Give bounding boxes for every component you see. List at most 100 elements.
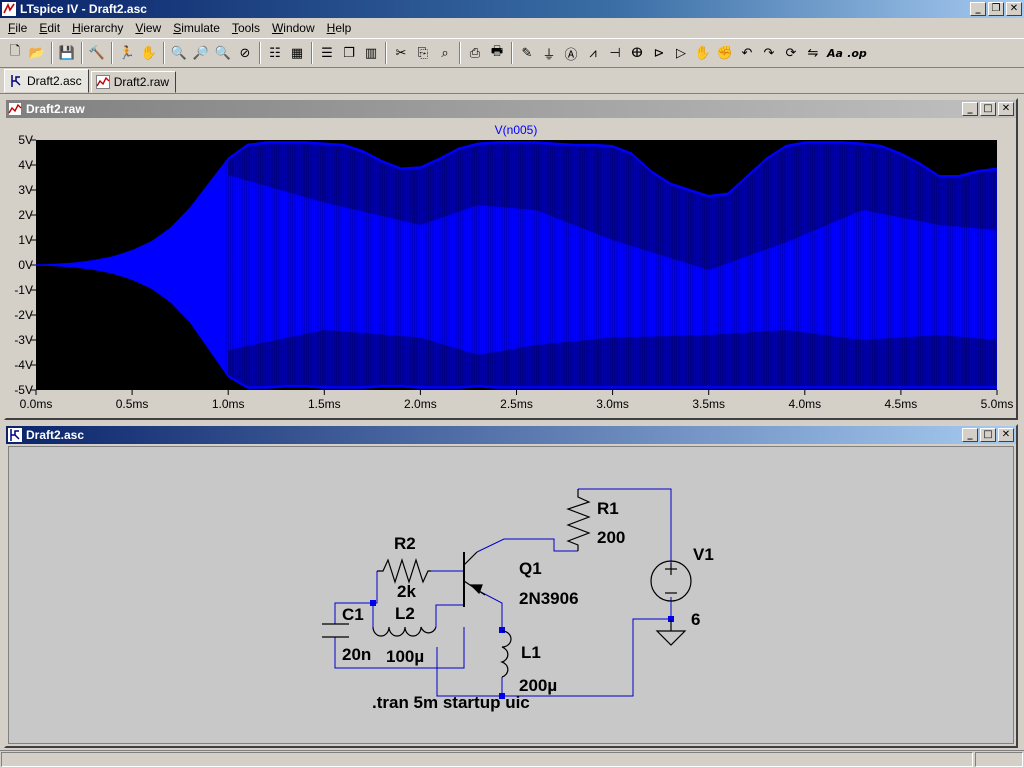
l1-ref[interactable]: L1 xyxy=(521,643,541,662)
r2-value[interactable]: 2k xyxy=(397,582,416,601)
new-schematic-icon[interactable]: 🗋 xyxy=(4,42,26,64)
autorange-icon[interactable]: ☷ xyxy=(264,42,286,64)
x-tick-label[interactable]: 1.5ms xyxy=(308,397,341,411)
plot-minimize-button[interactable]: _ xyxy=(962,102,978,116)
waveform-plot[interactable]: 0.0ms 0.5ms 1.0ms 1.5ms 2.0ms 2.5ms 3.0ms 3.5ms… xyxy=(6,118,1016,418)
y-tick-label[interactable]: -2V xyxy=(14,308,33,322)
mirror-icon[interactable]: ⇋ xyxy=(802,42,824,64)
transistor-q1[interactable] xyxy=(463,551,486,607)
y-tick-label[interactable]: -5V xyxy=(14,383,33,397)
y-tick-label[interactable]: 3V xyxy=(18,183,33,197)
tab-draft2-raw[interactable]: Draft2.raw xyxy=(90,71,177,93)
control-panel-icon[interactable]: 🔨 xyxy=(86,42,108,64)
schematic-minimize-button[interactable]: _ xyxy=(962,428,978,442)
x-tick-label[interactable]: 3.0ms xyxy=(596,397,629,411)
v1-ref[interactable]: V1 xyxy=(693,545,714,564)
y-tick-label[interactable]: 5V xyxy=(18,133,33,147)
menu-tools[interactable]: Tools xyxy=(226,21,266,35)
zoom-cancel-icon[interactable]: ⊘ xyxy=(234,42,256,64)
x-tick-label[interactable]: 4.0ms xyxy=(788,397,821,411)
x-tick-label[interactable]: 2.5ms xyxy=(500,397,533,411)
resistor-r1[interactable] xyxy=(566,489,591,551)
tile-horizontal-icon[interactable]: ☰ xyxy=(316,42,338,64)
y-tick-label[interactable]: 2V xyxy=(18,208,33,222)
spice-directive-icon[interactable]: .op xyxy=(846,42,868,64)
y-tick-label[interactable]: 1V xyxy=(18,233,33,247)
x-tick-label[interactable]: 4.5ms xyxy=(885,397,918,411)
menu-hierarchy[interactable]: Hierarchy xyxy=(66,21,129,35)
print-icon[interactable]: 🖶 xyxy=(486,42,508,64)
r2-ref[interactable]: R2 xyxy=(394,534,416,553)
schematic-close-button[interactable]: ✕ xyxy=(998,428,1014,442)
schematic-svg[interactable]: R1 200 R2 2k C1 20n L2 100µ L1 200µ Q1 2… xyxy=(9,447,1015,745)
l2-value[interactable]: 100µ xyxy=(386,647,424,666)
open-icon[interactable]: 📂 xyxy=(26,42,48,64)
plot-window-titlebar[interactable]: Draft2.raw _ □ ✕ xyxy=(6,100,1016,118)
y-tick-label[interactable]: -1V xyxy=(14,283,33,297)
schematic-canvas[interactable]: R1 200 R2 2k C1 20n L2 100µ L1 200µ Q1 2… xyxy=(8,446,1014,744)
schematic-window-titlebar[interactable]: Draft2.asc _ □ ✕ xyxy=(6,426,1016,444)
close-button[interactable]: ✕ xyxy=(1006,2,1022,16)
zoom-in-icon[interactable]: 🔍 xyxy=(168,42,190,64)
schematic-maximize-button[interactable]: □ xyxy=(980,428,996,442)
y-tick-label[interactable]: 4V xyxy=(18,158,33,172)
q1-value[interactable]: 2N3906 xyxy=(519,589,579,608)
y-tick-label[interactable]: 0V xyxy=(18,258,33,272)
menu-simulate[interactable]: Simulate xyxy=(167,21,226,35)
spice-directive[interactable]: .tran 5m startup uic xyxy=(372,693,530,712)
plot-maximize-button[interactable]: □ xyxy=(980,102,996,116)
text-icon[interactable]: Aa xyxy=(824,42,846,64)
restore-button[interactable]: ❐ xyxy=(988,2,1004,16)
run-icon[interactable]: 🏃 xyxy=(116,42,138,64)
save-icon[interactable]: 💾 xyxy=(56,42,78,64)
x-tick-label[interactable]: 1.0ms xyxy=(212,397,245,411)
v1-value[interactable]: 6 xyxy=(691,610,700,629)
menu-help[interactable]: Help xyxy=(321,21,358,35)
r1-ref[interactable]: R1 xyxy=(597,499,619,518)
c1-ref[interactable]: C1 xyxy=(342,605,364,624)
plot-close-button[interactable]: ✕ xyxy=(998,102,1014,116)
l2-ref[interactable]: L2 xyxy=(395,604,415,623)
cut-icon[interactable]: ✂ xyxy=(390,42,412,64)
resistor-icon[interactable]: ⩘ xyxy=(582,42,604,64)
q1-ref[interactable]: Q1 xyxy=(519,559,542,578)
cascade-icon[interactable]: ❐ xyxy=(338,42,360,64)
tab-draft2-asc[interactable]: Draft2.asc xyxy=(4,69,89,93)
r1-value[interactable]: 200 xyxy=(597,528,625,547)
trace-label-vn005[interactable]: V(n005) xyxy=(495,123,538,137)
voltage-source-v1[interactable] xyxy=(650,560,692,602)
copy-icon[interactable]: ⎘ xyxy=(412,42,434,64)
schematic-window[interactable]: Draft2.asc _ □ ✕ R1 200 R2 2k C1 20n L2 … xyxy=(4,424,1018,748)
grid-icon[interactable]: ▦ xyxy=(286,42,308,64)
inductor-l2[interactable] xyxy=(372,626,437,637)
diode-icon[interactable]: ⊳ xyxy=(648,42,670,64)
capacitor-icon[interactable]: ⊣ xyxy=(604,42,626,64)
waveform-plot-svg[interactable]: 0.0ms 0.5ms 1.0ms 1.5ms 2.0ms 2.5ms 3.0ms 3.5ms… xyxy=(6,118,1016,418)
zoom-pan-icon[interactable]: 🔎 xyxy=(190,42,212,64)
plot-window[interactable]: Draft2.raw _ □ ✕ 0.0ms 0.5ms 1.0ms 1.5ms 2.0… xyxy=(4,98,1018,420)
menu-window[interactable]: Window xyxy=(266,21,321,35)
rotate-icon[interactable]: ⟳ xyxy=(780,42,802,64)
find-icon[interactable]: ⌕ xyxy=(434,42,456,64)
undo-icon[interactable]: ↶ xyxy=(736,42,758,64)
ground-icon[interactable]: ⏚ xyxy=(538,42,560,64)
x-tick-label[interactable]: 0.5ms xyxy=(116,397,149,411)
drag-icon[interactable]: ✊ xyxy=(714,42,736,64)
wire-icon[interactable]: ✎ xyxy=(516,42,538,64)
tile-vertical-icon[interactable]: ▥ xyxy=(360,42,382,64)
x-tick-label[interactable]: 5.0ms xyxy=(981,397,1014,411)
minimize-button[interactable]: _ xyxy=(970,2,986,16)
component-icon[interactable]: ▷ xyxy=(670,42,692,64)
inductor-icon[interactable]: ⴲ xyxy=(626,42,648,64)
resistor-r2[interactable] xyxy=(377,558,431,584)
zoom-out-icon[interactable]: 🔍 xyxy=(212,42,234,64)
print-preview-icon[interactable]: ⎙ xyxy=(464,42,486,64)
inductor-l1[interactable] xyxy=(500,630,512,678)
x-tick-label[interactable]: 0.0ms xyxy=(20,397,53,411)
redo-icon[interactable]: ↷ xyxy=(758,42,780,64)
c1-value[interactable]: 20n xyxy=(342,645,371,664)
move-icon[interactable]: ✋ xyxy=(692,42,714,64)
y-tick-label[interactable]: -3V xyxy=(14,333,33,347)
menu-view[interactable]: View xyxy=(129,21,167,35)
y-tick-label[interactable]: -4V xyxy=(14,358,33,372)
